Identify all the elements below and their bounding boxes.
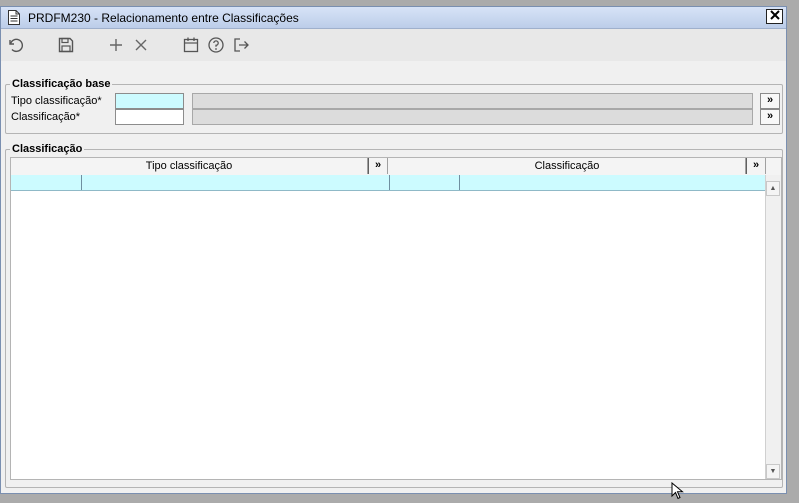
calendar-icon [183,37,199,53]
window-title: PRDFM230 - Relacionamento entre Classifi… [28,11,299,25]
column-expand-button-tipo[interactable]: » [368,158,388,174]
cell-tipo-code[interactable] [11,175,82,190]
classificacao-code-input[interactable] [115,109,184,125]
grid-group-legend: Classificação [12,143,83,155]
grid-header: Tipo classificação » Classificação » [11,158,781,176]
mouse-cursor-icon [671,481,685,500]
help-button[interactable] [207,36,225,54]
title-bar[interactable]: PRDFM230 - Relacionamento entre Classifi… [1,7,786,29]
column-header-classificacao[interactable]: Classificação [389,158,746,174]
base-group-legend: Classificação base [12,78,111,90]
scroll-down-button[interactable]: ▼ [766,464,780,479]
add-button[interactable] [107,36,125,54]
delete-button[interactable] [132,36,150,54]
tipo-classificacao-code-input[interactable] [115,93,184,109]
save-icon [58,37,74,53]
tipo-classificacao-label: Tipo classificação* [11,95,102,107]
tipo-classificacao-description [192,93,753,109]
close-button[interactable] [766,9,783,24]
undo-button[interactable] [6,36,24,54]
classificacao-description [192,109,753,125]
tipo-classificacao-lookup-button[interactable]: » [760,93,780,109]
cell-tipo-desc[interactable] [82,175,390,190]
undo-icon [9,38,24,52]
table-row[interactable] [11,175,766,191]
save-button[interactable] [57,36,75,54]
toolbar [1,29,786,61]
dialog-window: PRDFM230 - Relacionamento entre Classifi… [0,6,787,494]
calendar-button[interactable] [182,36,200,54]
column-expand-button-classificacao[interactable]: » [746,158,766,174]
column-header-tipo-classificacao[interactable]: Tipo classificação [11,158,368,174]
classificacao-lookup-button[interactable]: » [760,109,780,125]
cell-class-desc[interactable] [460,175,766,190]
classification-grid: Tipo classificação » Classificação » ▲ ▼ [10,157,782,480]
close-icon [769,10,780,23]
add-icon [110,39,122,51]
vertical-scrollbar[interactable]: ▲ ▼ [765,175,781,479]
cell-class-code[interactable] [390,175,460,190]
scroll-up-button[interactable]: ▲ [766,181,780,196]
document-icon [8,10,20,25]
exit-icon [234,38,249,52]
help-icon [208,37,224,53]
classificacao-label: Classificação* [11,111,81,123]
exit-button[interactable] [232,36,250,54]
delete-icon [135,39,147,51]
